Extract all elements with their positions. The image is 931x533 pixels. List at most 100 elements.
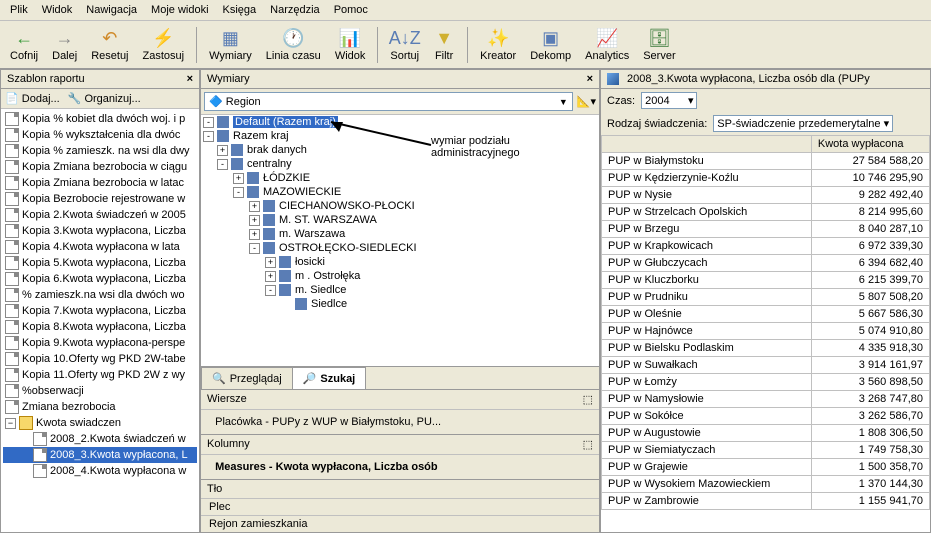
tree-item[interactable]: 2008_2.Kwota świadczeń w [3, 431, 197, 447]
tree-item[interactable]: Kopia % wykształcenia dla dwóc [3, 127, 197, 143]
table-row[interactable]: PUP w Bielsku Podlaskim4 335 918,30 [602, 340, 930, 357]
tree-item[interactable]: Kopia % zamieszk. na wsi dla dwy [3, 143, 197, 159]
toolbar-dims-button[interactable]: ▦Wymiary [203, 25, 258, 64]
table-row[interactable]: PUP w Krapkowicach6 972 339,30 [602, 238, 930, 255]
table-row[interactable]: PUP w Białymstoku27 584 588,20 [602, 153, 930, 170]
expander-icon[interactable]: + [249, 229, 260, 240]
toolbar-view-button[interactable]: 📊Widok [329, 25, 372, 64]
tree-item[interactable]: Kopia 4.Kwota wypłacona w lata [3, 239, 197, 255]
table-row[interactable]: PUP w Namysłowie3 268 747,80 [602, 391, 930, 408]
tree-item[interactable]: Kopia 11.Oferty wg PKD 2W z wy [3, 367, 197, 383]
rows-content[interactable]: Placówka - PUPy z WUP w Białymstoku, PU.… [201, 410, 599, 434]
tool-icon[interactable]: 📐▾ [577, 95, 596, 108]
expander-icon[interactable]: - [249, 243, 260, 254]
expander-icon[interactable]: + [249, 201, 260, 212]
table-row[interactable]: PUP w Strzelcach Opolskich8 214 995,60 [602, 204, 930, 221]
table-row[interactable]: PUP w Suwałkach3 914 161,97 [602, 357, 930, 374]
expander-icon[interactable]: + [265, 271, 276, 282]
table-row[interactable]: PUP w Nysie9 282 492,40 [602, 187, 930, 204]
menu-item[interactable]: Plik [4, 2, 34, 18]
table-row[interactable]: PUP w Augustowie1 808 306,50 [602, 425, 930, 442]
dimension-combo[interactable]: 🔷 Region ▼ [204, 92, 573, 111]
template-tree[interactable]: Kopia % kobiet dla dwóch woj. i pKopia %… [1, 109, 199, 532]
menu-item[interactable]: Nawigacja [80, 2, 143, 18]
bg-row[interactable]: Plec [201, 499, 599, 515]
expander-icon[interactable]: + [265, 257, 276, 268]
tree-item[interactable]: Kopia % kobiet dla dwóch woj. i p [3, 111, 197, 127]
tree-item[interactable]: %obserwacji [3, 383, 197, 399]
table-row[interactable]: PUP w Łomży3 560 898,50 [602, 374, 930, 391]
table-row[interactable]: PUP w Kluczborku6 215 399,70 [602, 272, 930, 289]
toolbar-reset-button[interactable]: ↶Resetuj [85, 25, 134, 64]
tree-item[interactable]: 2008_3.Kwota wypłacona, L [3, 447, 197, 463]
table-row[interactable]: PUP w Głubczycach6 394 682,40 [602, 255, 930, 272]
tree-item[interactable]: Kopia 5.Kwota wypłacona, Liczba [3, 255, 197, 271]
table-row[interactable]: PUP w Hajnówce5 074 910,80 [602, 323, 930, 340]
menu-item[interactable]: Widok [36, 2, 79, 18]
dimension-node[interactable]: +CIECHANOWSKO-PŁOCKI [201, 199, 599, 213]
organize-button[interactable]: 🔧 Organizuj... [68, 92, 141, 105]
toolbar-analytics-button[interactable]: 📈Analytics [579, 25, 635, 64]
tree-item[interactable]: Kopia 8.Kwota wypłacona, Liczba [3, 319, 197, 335]
tree-folder[interactable]: −Kwota swiadczen [3, 415, 197, 431]
menu-item[interactable]: Moje widoki [145, 2, 214, 18]
table-row[interactable]: PUP w Wysokiem Mazowieckiem1 370 144,30 [602, 476, 930, 493]
close-icon[interactable]: × [587, 73, 593, 85]
service-select[interactable]: SP-świadczenie przedemerytalne ▾ [713, 115, 893, 132]
dimension-node[interactable]: -centralny [201, 157, 599, 171]
dimension-node[interactable]: -m. Siedlce [201, 283, 599, 297]
tree-item[interactable]: Kopia 3.Kwota wypłacona, Liczba [3, 223, 197, 239]
table-row[interactable]: PUP w Brzegu8 040 287,10 [602, 221, 930, 238]
table-row[interactable]: PUP w Grajewie1 500 358,70 [602, 459, 930, 476]
tab-browse[interactable]: 🔍 Przeglądaj [201, 367, 293, 389]
tool-icon[interactable]: ⬚ [583, 393, 593, 406]
dimension-node[interactable]: +ŁÓDZKIE [201, 171, 599, 185]
toolbar-decomp-button[interactable]: ▣Dekomp [524, 25, 577, 64]
table-row[interactable]: PUP w Kędzierzynie-Koźlu10 746 295,90 [602, 170, 930, 187]
table-row[interactable]: PUP w Sokółce3 262 586,70 [602, 408, 930, 425]
columns-content[interactable]: Measures - Kwota wypłacona, Liczba osób [201, 455, 599, 479]
toolbar-fwd-button[interactable]: →Dalej [46, 25, 83, 64]
toolbar-server-button[interactable]: 🗄Server [637, 25, 681, 64]
menu-item[interactable]: Księga [217, 2, 263, 18]
dimension-node[interactable]: +M. ST. WARSZAWA [201, 213, 599, 227]
toolbar-apply-button[interactable]: ⚡Zastosuj [137, 25, 191, 64]
dimension-node[interactable]: +m. Warszawa [201, 227, 599, 241]
table-row[interactable]: PUP w Siemiatyczach1 749 758,30 [602, 442, 930, 459]
dimension-node[interactable]: +m . Ostrołęka [201, 269, 599, 283]
tree-item[interactable]: 2008_4.Kwota wypłacona w [3, 463, 197, 479]
tab-search[interactable]: 🔎 Szukaj [292, 367, 367, 389]
tree-item[interactable]: Kopia 2.Kwota świadczeń w 2005 [3, 207, 197, 223]
expander-icon[interactable]: + [217, 145, 228, 156]
time-select[interactable]: 2004 ▾ [641, 92, 697, 109]
expander-icon[interactable]: - [203, 117, 214, 128]
dimension-node[interactable]: -OSTROŁĘCKO-SIEDLECKI [201, 241, 599, 255]
add-button[interactable]: 📄 Dodaj... [5, 92, 60, 105]
toolbar-filter-button[interactable]: ▼Filtr [427, 25, 461, 64]
dimension-node[interactable]: Siedlce [201, 297, 599, 311]
toolbar-sort-button[interactable]: A↓ZSortuj [384, 25, 425, 64]
table-row[interactable]: PUP w Prudniku5 807 508,20 [602, 289, 930, 306]
tree-item[interactable]: Kopia Bezrobocie rejestrowane w [3, 191, 197, 207]
expander-icon[interactable]: - [203, 131, 214, 142]
data-table[interactable]: Kwota wypłacona PUP w Białymstoku27 584 … [601, 135, 930, 532]
bg-row[interactable]: Rejon zamieszkania [201, 515, 599, 532]
table-row[interactable]: PUP w Zambrowie1 155 941,70 [602, 493, 930, 510]
expander-icon[interactable]: − [5, 418, 16, 429]
toolbar-back-button[interactable]: ←Cofnij [4, 25, 44, 64]
toolbar-time-button[interactable]: 🕐Linia czasu [260, 25, 327, 64]
expander-icon[interactable]: - [265, 285, 276, 296]
dimension-tree[interactable]: wymiar podziału administracyjnego -Defau… [201, 115, 599, 366]
expander-icon[interactable]: + [233, 173, 244, 184]
dimension-node[interactable]: -MAZOWIECKIE [201, 185, 599, 199]
expander-icon[interactable]: - [233, 187, 244, 198]
tree-item[interactable]: Kopia 6.Kwota wypłacona, Liczba [3, 271, 197, 287]
tree-item[interactable]: % zamieszk.na wsi dla dwóch wo [3, 287, 197, 303]
menu-item[interactable]: Pomoc [328, 2, 374, 18]
tree-item[interactable]: Kopia 9.Kwota wypłacona-perspe [3, 335, 197, 351]
toolbar-wiz-button[interactable]: ✨Kreator [474, 25, 522, 64]
tree-item[interactable]: Kopia Zmiana bezrobocia w latac [3, 175, 197, 191]
dimension-node[interactable]: +łosicki [201, 255, 599, 269]
tree-item[interactable]: Kopia 7.Kwota wypłacona, Liczba [3, 303, 197, 319]
tree-item[interactable]: Kopia Zmiana bezrobocia w ciągu [3, 159, 197, 175]
